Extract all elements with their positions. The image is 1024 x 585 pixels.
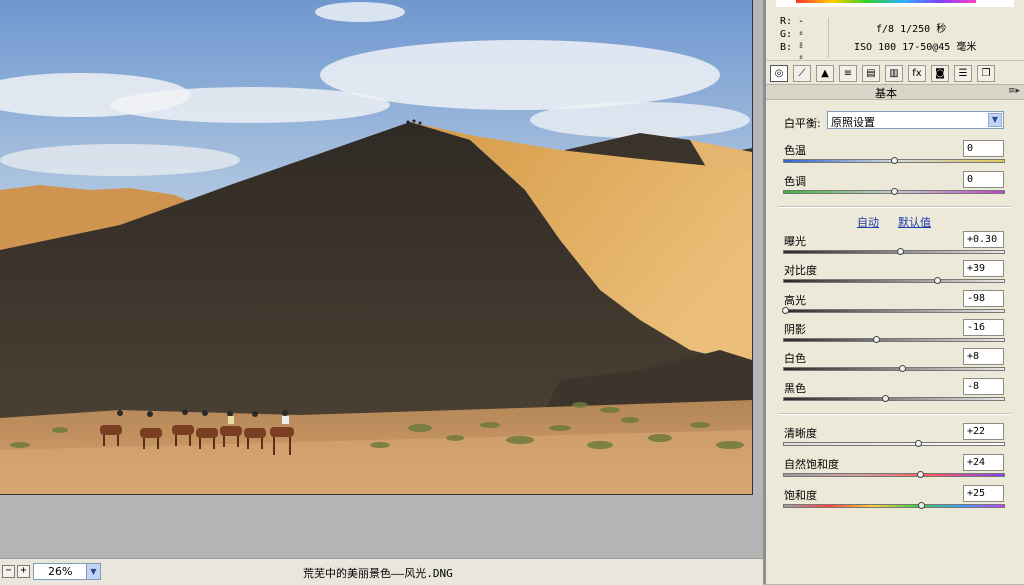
- blacks-slider-thumb[interactable]: [881, 395, 889, 402]
- tint-label: 色调: [784, 175, 806, 188]
- clarity-value-field[interactable]: +22: [963, 423, 1004, 440]
- zoom-level-select[interactable]: 26% ▼: [33, 563, 101, 580]
- file-name: 荒芜中的美丽景色——风光.DNG: [303, 567, 453, 580]
- divider: [778, 413, 1011, 415]
- white-balance-label: 白平衡:: [784, 117, 821, 130]
- default-link[interactable]: 默认值: [898, 214, 931, 230]
- blacks-value-field[interactable]: -8: [963, 378, 1004, 395]
- section-title: 基本: [875, 87, 897, 100]
- contrast-slider-thumb[interactable]: [933, 277, 941, 284]
- image-viewer: − + 26% ▼ 荒芜中的美丽景色——风光.DNG: [0, 0, 763, 585]
- highlights-value-field[interactable]: -98: [963, 290, 1004, 307]
- chevron-down-icon: ▼: [86, 564, 100, 579]
- section-header: 基本 ≡▸: [766, 84, 1024, 100]
- highlights-slider-thumb[interactable]: [781, 307, 789, 314]
- shadows-slider-track[interactable]: [783, 338, 1005, 342]
- vibrance-slider-track[interactable]: [783, 473, 1005, 477]
- chevron-down-icon: ▼: [988, 113, 1002, 127]
- presets-icon[interactable]: ☰: [954, 65, 972, 82]
- exposure-slider-track[interactable]: [783, 250, 1005, 254]
- vibrance-value-field[interactable]: +24: [963, 454, 1004, 471]
- desert-landscape-image: [0, 0, 752, 494]
- clarity-slider-thumb[interactable]: [914, 440, 922, 447]
- info-readout: R:--- G:--- B:--- f/8 1/250 秒 ISO 100 17…: [766, 10, 1024, 75]
- lens-correction-icon[interactable]: ▥: [885, 65, 903, 82]
- contrast-label: 对比度: [784, 264, 817, 277]
- snapshots-icon[interactable]: ❐: [977, 65, 995, 82]
- histogram: [776, 0, 1014, 7]
- canvas-background: [0, 495, 763, 558]
- hsl-icon[interactable]: ≡: [839, 65, 857, 82]
- divider: [778, 206, 1011, 208]
- highlights-slider-track[interactable]: [783, 309, 1005, 313]
- aperture-shutter-info: f/8 1/250 秒: [876, 24, 947, 35]
- blacks-label: 黑色: [784, 382, 806, 395]
- shadows-value-field[interactable]: -16: [963, 319, 1004, 336]
- temperature-slider-thumb[interactable]: [890, 157, 898, 164]
- zoom-level-value: 26%: [48, 565, 73, 578]
- g-label: G:: [780, 29, 793, 40]
- vibrance-label: 自然饱和度: [784, 458, 839, 471]
- clarity-slider-track[interactable]: [783, 442, 1005, 446]
- saturation-label: 饱和度: [784, 489, 817, 502]
- temperature-value-field[interactable]: 0: [963, 140, 1004, 157]
- saturation-slider-track[interactable]: [783, 504, 1005, 508]
- fx-icon[interactable]: fx: [908, 65, 926, 82]
- whites-label: 白色: [784, 352, 806, 365]
- exposure-value-field[interactable]: +0.30: [963, 231, 1004, 248]
- white-balance-value: 原照设置: [831, 116, 875, 129]
- auto-link[interactable]: 自动: [857, 214, 879, 230]
- contrast-slider-track[interactable]: [783, 279, 1005, 283]
- detail-icon[interactable]: ▲: [816, 65, 834, 82]
- saturation-value-field[interactable]: +25: [963, 485, 1004, 502]
- contrast-value-field[interactable]: +39: [963, 260, 1004, 277]
- white-balance-select[interactable]: 原照设置 ▼: [827, 111, 1004, 129]
- temperature-label: 色温: [784, 144, 806, 157]
- iso-lens-info: ISO 100 17-50@45 毫米: [854, 42, 977, 53]
- shadows-slider-thumb[interactable]: [872, 336, 880, 343]
- tone-curve-icon[interactable]: ⟋: [793, 65, 811, 82]
- camera-calibration-icon[interactable]: ◙: [931, 65, 949, 82]
- panel-menu-icon[interactable]: ≡▸: [1008, 86, 1020, 96]
- zoom-in-button[interactable]: +: [17, 565, 30, 578]
- exposure-label: 曝光: [784, 235, 806, 248]
- whites-value-field[interactable]: +8: [963, 348, 1004, 365]
- panel-tabs: ◎ ⟋ ▲ ≡ ▤ ▥ fx ◙ ☰ ❐: [766, 60, 1024, 85]
- b-label: B:: [780, 42, 793, 53]
- tint-value-field[interactable]: 0: [963, 171, 1004, 188]
- r-label: R:: [780, 16, 793, 27]
- blacks-slider-track[interactable]: [783, 397, 1005, 401]
- zoom-out-button[interactable]: −: [2, 565, 15, 578]
- split-toning-icon[interactable]: ▤: [862, 65, 880, 82]
- status-bar: − + 26% ▼ 荒芜中的美丽景色——风光.DNG: [0, 558, 763, 585]
- readout-separator: [828, 18, 829, 58]
- tint-slider-thumb[interactable]: [890, 188, 898, 195]
- clarity-label: 清晰度: [784, 427, 817, 440]
- adjustments-panel: R:--- G:--- B:--- f/8 1/250 秒 ISO 100 17…: [766, 0, 1024, 584]
- photo-preview[interactable]: [0, 0, 753, 495]
- highlights-label: 高光: [784, 294, 806, 307]
- shadows-label: 阴影: [784, 323, 806, 336]
- aperture-icon[interactable]: ◎: [770, 65, 788, 82]
- whites-slider-track[interactable]: [783, 367, 1005, 371]
